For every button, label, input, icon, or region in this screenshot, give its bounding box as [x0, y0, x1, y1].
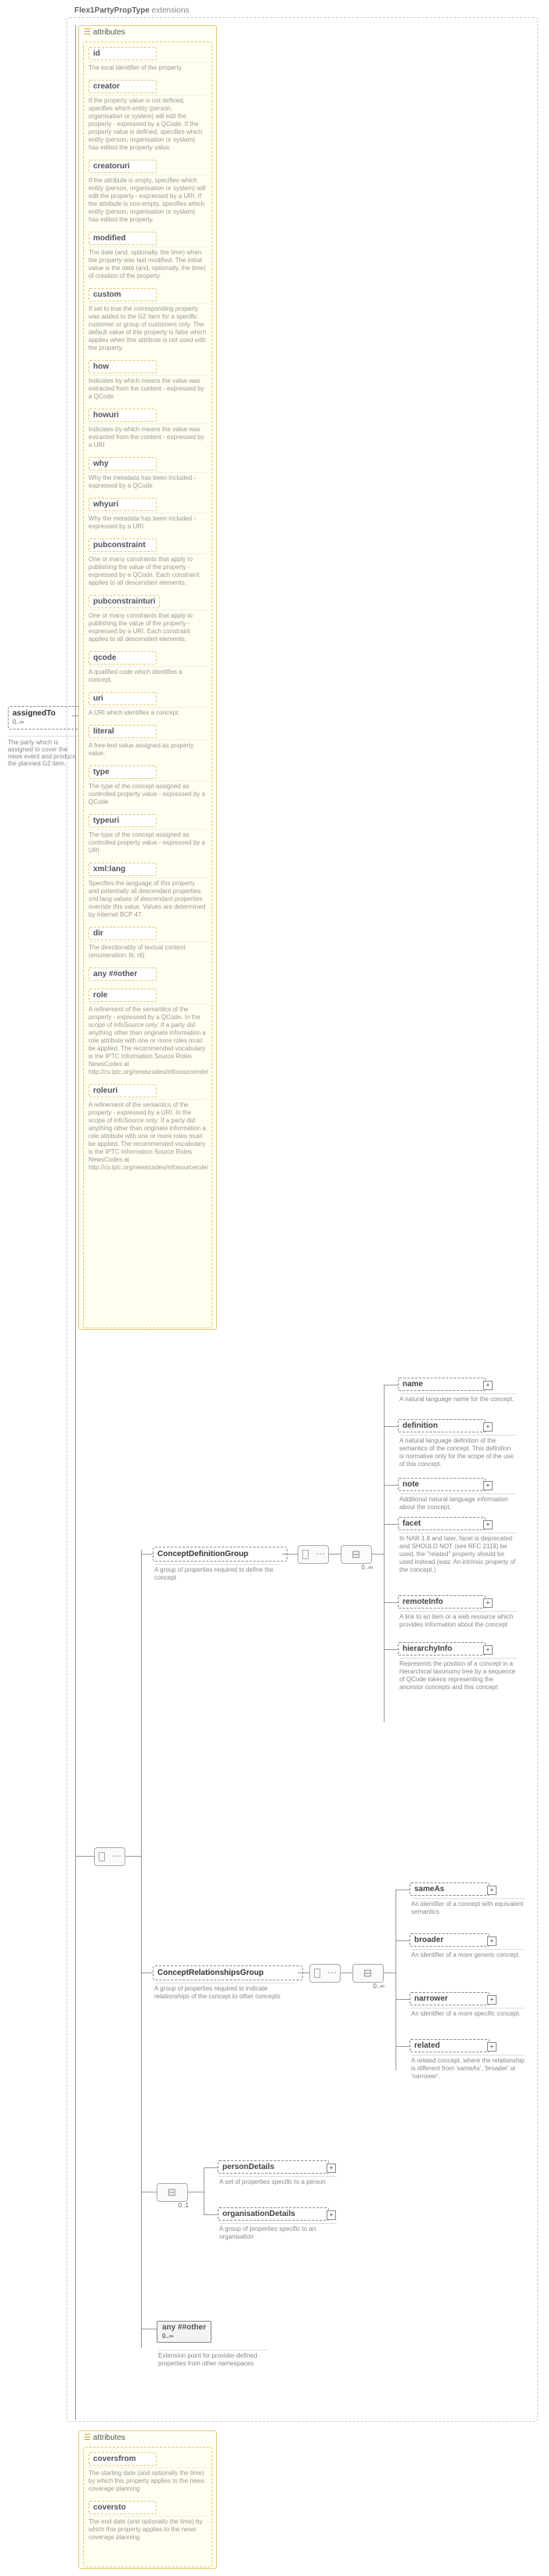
- element-broader[interactable]: broader+: [410, 1933, 489, 1947]
- attr-custom: customIf set to true the corresponding p…: [88, 288, 207, 352]
- attr-howuri: howuriIndicates by which means the value…: [88, 409, 207, 449]
- root-element-occ: 0..∞: [13, 719, 24, 726]
- attr-role: roleA refinement of the semantics of the…: [88, 989, 207, 1076]
- expand-icon[interactable]: +: [487, 2042, 497, 2052]
- seq-cdg: [298, 1545, 329, 1564]
- attr-roleuri: roleuriA refinement of the semantics of …: [88, 1084, 207, 1172]
- attr-literal: literalA free-text value assigned as pro…: [88, 725, 207, 758]
- element-personDetails[interactable]: personDetails+: [218, 2160, 329, 2174]
- any-other-element: any ##other0..∞: [157, 2321, 211, 2343]
- expand-icon[interactable]: +: [487, 1995, 497, 2005]
- group-ConceptDefinitionGroup[interactable]: ConceptDefinitionGroup: [153, 1547, 287, 1562]
- expand-icon[interactable]: +: [483, 1422, 493, 1432]
- expand-icon[interactable]: +: [483, 1381, 493, 1390]
- attr-coversfrom: coversfromThe starting date (and optiona…: [88, 2452, 207, 2493]
- attr-dir: dirThe directionality of textual content…: [88, 927, 207, 960]
- attr-type: typeThe type of the concept assigned as …: [88, 766, 207, 806]
- root-element-assignedTo[interactable]: assignedTo 0..∞: [8, 706, 80, 730]
- attr-qcode: qcodeA qualified code which identifies a…: [88, 651, 207, 684]
- element-sameAs[interactable]: sameAs+: [410, 1882, 489, 1896]
- choice-party: 0..1: [157, 2183, 188, 2202]
- attributes-block-2: attributes coversfromThe starting date (…: [78, 2430, 217, 2569]
- expand-icon[interactable]: +: [483, 1598, 493, 1608]
- attr-coversto: coverstoThe end date (and optionally the…: [88, 2501, 207, 2542]
- expand-icon[interactable]: +: [483, 1481, 493, 1490]
- cdg-desc: A group of properties required to define…: [154, 1564, 280, 1582]
- choice-cdg: 0..∞: [341, 1545, 372, 1564]
- attr-why: whyWhy the metadata has been included - …: [88, 457, 207, 490]
- choice-crg: 0..∞: [352, 1964, 384, 1983]
- attr-creator: creatorIf the property value is not defi…: [88, 80, 207, 152]
- extension-header: Flex1PartyPropType extensions: [74, 6, 190, 15]
- element-definition[interactable]: definition+: [398, 1419, 486, 1432]
- attributes-inner: idThe local identifier of the property. c…: [83, 41, 212, 1328]
- element-narrower[interactable]: narrower+: [410, 1992, 489, 2005]
- expand-icon[interactable]: +: [487, 1886, 497, 1895]
- attr-typeuri: typeuriThe type of the concept assigned …: [88, 814, 207, 855]
- element-note[interactable]: note+: [398, 1478, 486, 1491]
- element-name[interactable]: name+: [398, 1378, 486, 1391]
- element-remoteInfo[interactable]: remoteInfo+: [398, 1595, 486, 1609]
- expand-icon[interactable]: +: [487, 1937, 497, 1946]
- group-ConceptRelationshipsGroup[interactable]: ConceptRelationshipsGroup: [153, 1965, 303, 1980]
- sequence-compositor-main: [94, 1847, 125, 1866]
- attr-pubconstrainturi: pubconstrainturiOne or many constraints …: [88, 595, 207, 643]
- attr-pubconstraint: pubconstraintOne or many constraints tha…: [88, 539, 207, 587]
- attr-how: howIndicates by which means the value wa…: [88, 360, 207, 401]
- element-hierarchyInfo[interactable]: hierarchyInfo+: [398, 1642, 486, 1655]
- attr-whyuri: whyuriWhy the metadata has been included…: [88, 498, 207, 531]
- attr-anyother: any ##other: [88, 967, 207, 981]
- attr-xmllang: xml:langSpecifies the language of this p…: [88, 863, 207, 919]
- any-other-desc: Extension point for provider-defined pro…: [158, 2350, 268, 2368]
- seq-crg: [309, 1964, 341, 1983]
- expand-icon[interactable]: +: [327, 2210, 336, 2220]
- element-organisationDetails[interactable]: organisationDetails+: [218, 2207, 329, 2221]
- expand-icon[interactable]: +: [483, 1645, 493, 1655]
- expand-icon[interactable]: +: [327, 2163, 336, 2173]
- element-related[interactable]: related+: [410, 2039, 489, 2052]
- root-element-name: assignedTo: [13, 709, 56, 718]
- attr-creatoruri: creatoruriIf the attribute is empty, spe…: [88, 160, 207, 224]
- attr-modified: modifiedThe date (and, optionally, the t…: [88, 232, 207, 280]
- attr-uri: uriA URI which identifies a concept.: [88, 692, 207, 717]
- root-element-desc: The party which is assigned to cover the…: [8, 736, 78, 767]
- attributes-header: attributes: [79, 26, 216, 39]
- expand-icon[interactable]: +: [483, 1520, 493, 1529]
- element-facet[interactable]: facet+: [398, 1517, 486, 1530]
- attr-id: idThe local identifier of the property.: [88, 47, 207, 72]
- crg-desc: A group of properties required to indica…: [154, 1983, 295, 2001]
- attributes-block: attributes idThe local identifier of the…: [78, 25, 217, 1330]
